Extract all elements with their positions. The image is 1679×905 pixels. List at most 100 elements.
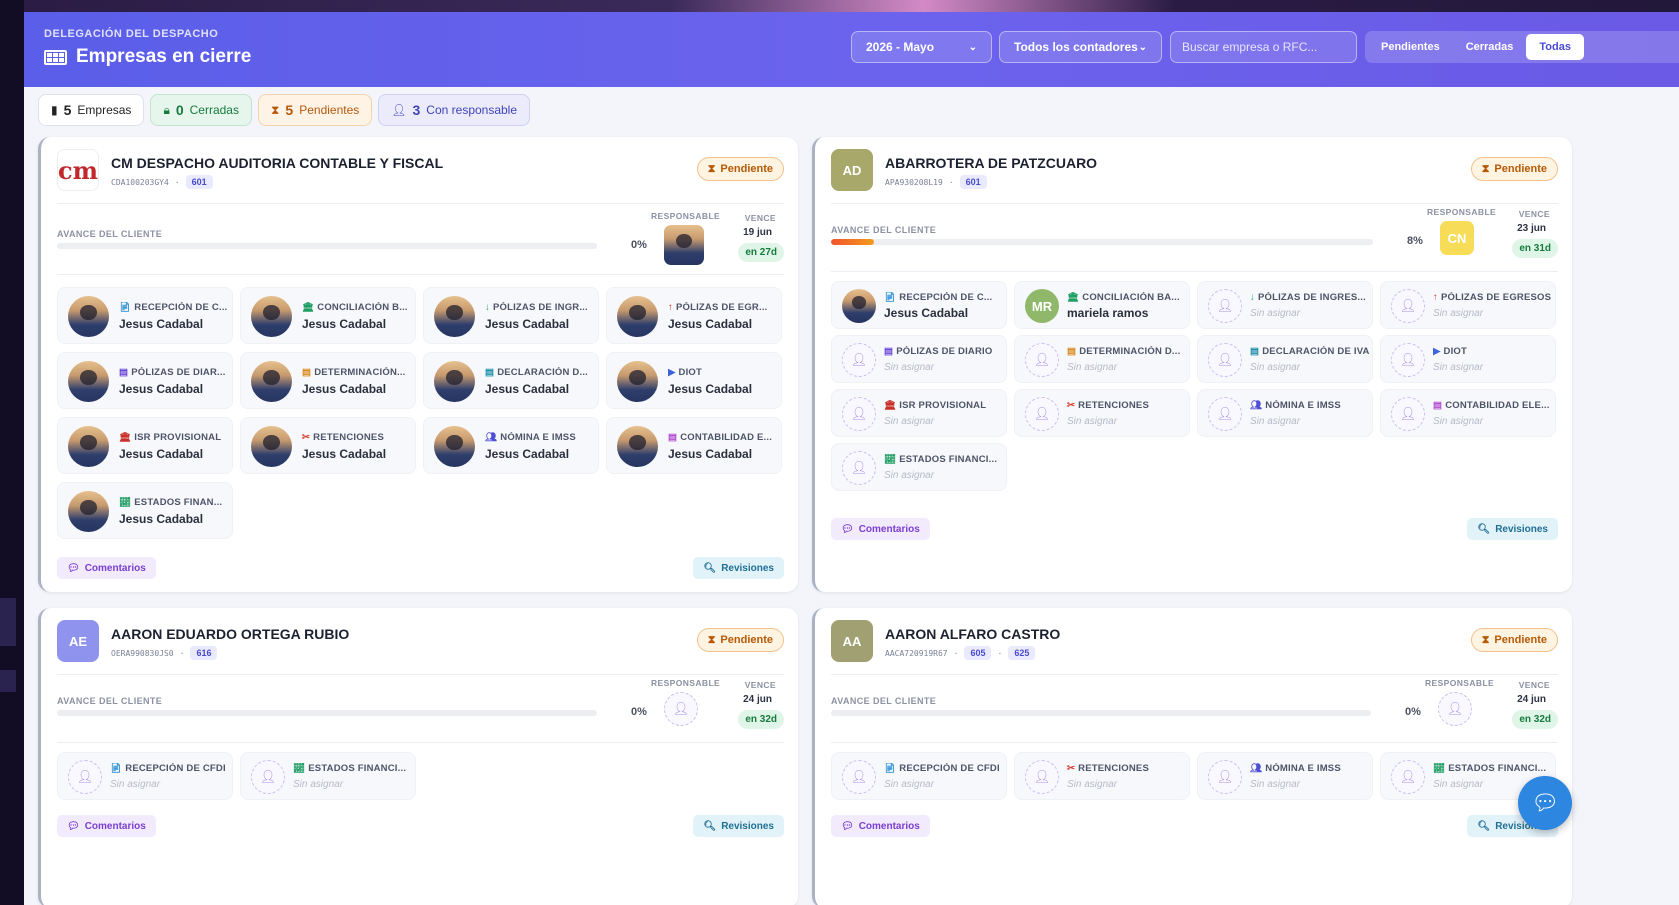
comments-button[interactable]: 💬︎ Comentarios xyxy=(831,518,930,540)
task-item[interactable]: MR 🏛︎ CONCILIACIÓN BA... mariela ramos xyxy=(1014,281,1190,329)
task-item[interactable]: 👤︎ 📄︎ RECEPCIÓN DE CFDI Sin asignar xyxy=(57,752,233,800)
filter-pendientes[interactable]: Pendientes xyxy=(1368,34,1453,60)
assignee-avatar xyxy=(68,361,109,402)
task-item[interactable]: ▤ CONTABILIDAD E... Jesus Cadabal xyxy=(606,417,782,474)
company-name[interactable]: ABARROTERA DE PATZCUARO xyxy=(885,155,1097,171)
status-label: Pendiente xyxy=(720,634,773,646)
accountant-select[interactable]: Todos los contadores ⌄ xyxy=(999,31,1162,63)
task-label-text: ESTADOS FINANCI... xyxy=(1448,763,1547,774)
company-logo: AD xyxy=(831,149,873,191)
task-item[interactable]: 👤︎ 📈︎ ESTADOS FINANCI... Sin asignar xyxy=(831,443,1007,491)
summary-chips: ▮ 5 Empresas 🔒︎ 0 Cerradas ⧗ 5 Pendientes 👤︎ 3 C… xyxy=(38,94,531,126)
task-label-text: CONTABILIDAD ELE... xyxy=(1445,400,1550,411)
assignee-avatar xyxy=(842,289,876,323)
task-item[interactable]: ✂ RETENCIONES Jesus Cadabal xyxy=(240,417,416,474)
task-label-text: PÓLIZAS DE INGR... xyxy=(492,302,588,313)
task-label-text: PÓLIZAS DE DIAR... xyxy=(131,367,226,378)
company-name[interactable]: AARON ALFARO CASTRO xyxy=(885,626,1060,642)
task-item[interactable]: ↑ PÓLIZAS DE EGR... Jesus Cadabal xyxy=(606,287,782,344)
reviews-button[interactable]: 🔍︎ Revisiones xyxy=(693,815,784,837)
task-item[interactable]: ↓ PÓLIZAS DE INGR... Jesus Cadabal xyxy=(423,287,599,344)
status-label: Pendiente xyxy=(1494,163,1547,175)
task-item[interactable]: 👤︎ ▤ DECLARACIÓN DE IVA Sin asignar xyxy=(1197,335,1373,383)
chip-cerradas[interactable]: 🔒︎ 0 Cerradas xyxy=(150,94,252,126)
task-label: 📄︎ RECEPCIÓN DE C... xyxy=(884,292,1004,303)
responsable-avatar[interactable]: 👤︎ xyxy=(1438,692,1472,726)
responsable-label: RESPONSABLE xyxy=(651,678,721,688)
task-item[interactable]: 👤︎ ✂ RETENCIONES Sin asignar xyxy=(1014,752,1190,800)
chip-pendientes[interactable]: ⧗ 5 Pendientes xyxy=(257,94,373,126)
search-input[interactable]: Buscar empresa o RFC... xyxy=(1170,31,1357,63)
task-item[interactable]: 👤︎ 🏛︎ ISR PROVISIONAL Sin asignar xyxy=(831,389,1007,437)
task-item[interactable]: 👤︎ ▤ CONTABILIDAD ELE... Sin asignar xyxy=(1380,389,1556,437)
task-type-icon: 📄︎ xyxy=(119,302,132,313)
chip-con-responsable[interactable]: 👤︎ 3 Con responsable xyxy=(378,94,531,126)
comments-button[interactable]: 💬︎ Comentarios xyxy=(57,557,156,579)
task-item[interactable]: 👥︎ NÓMINA E IMSS Jesus Cadabal xyxy=(423,417,599,474)
responsable-avatar[interactable]: 👤︎ xyxy=(664,692,698,726)
divider xyxy=(57,674,784,675)
task-item[interactable]: ▤ PÓLIZAS DE DIAR... Jesus Cadabal xyxy=(57,352,233,409)
unassigned-label: Sin asignar xyxy=(1067,416,1118,427)
filter-cerradas[interactable]: Cerradas xyxy=(1453,34,1527,60)
task-type-icon: ↑ xyxy=(1433,292,1438,303)
chip-empresas[interactable]: ▮ 5 Empresas xyxy=(38,94,145,126)
reviews-button[interactable]: 🔍︎ Revisiones xyxy=(1467,518,1558,540)
lock-icon: 🔒︎ xyxy=(163,102,170,117)
unassigned-label: Sin asignar xyxy=(1250,416,1301,427)
unassigned-label: Sin asignar xyxy=(1250,308,1301,319)
task-item[interactable]: 👤︎ ↑ PÓLIZAS DE EGRESOS Sin asignar xyxy=(1380,281,1556,329)
task-item[interactable]: ▤ DETERMINACIÓN... Jesus Cadabal xyxy=(240,352,416,409)
company-name[interactable]: AARON EDUARDO ORTEGA RUBIO xyxy=(111,626,349,642)
task-item[interactable]: 👤︎ ▤ DETERMINACIÓN D... Sin asignar xyxy=(1014,335,1190,383)
vence-label: VENCE xyxy=(744,680,776,690)
period-select[interactable]: 2026 - Mayo ⌄ xyxy=(851,31,992,63)
task-label: 📈︎ ESTADOS FINANCI... xyxy=(884,454,1004,465)
task-item[interactable]: ▶ DIOT Jesus Cadabal xyxy=(606,352,782,409)
add-user-icon: 👤︎ xyxy=(842,760,876,794)
task-item[interactable]: 📄︎ RECEPCIÓN DE C... Jesus Cadabal xyxy=(831,281,1007,329)
task-type-icon: ✂ xyxy=(302,432,311,443)
left-sidebar-strip xyxy=(0,0,24,905)
chat-bubble-icon[interactable]: 💬︎ xyxy=(1518,776,1572,830)
task-label-text: NÓMINA E IMSS xyxy=(1265,400,1341,411)
progress-label: AVANCE DEL CLIENTE xyxy=(57,696,163,706)
task-item[interactable]: 👤︎ ▶ DIOT Sin asignar xyxy=(1380,335,1556,383)
reviews-button[interactable]: 🔍︎ Revisiones xyxy=(693,557,784,579)
responsable-avatar[interactable]: CN xyxy=(1440,221,1474,255)
responsable-avatar[interactable] xyxy=(664,225,704,265)
task-type-icon: 📈︎ xyxy=(119,497,132,508)
assignee-name: Jesus Cadabal xyxy=(302,447,387,461)
task-item[interactable]: 📈︎ ESTADOS FINAN... Jesus Cadabal xyxy=(57,482,233,539)
regime-badge: 605 xyxy=(964,646,992,660)
comments-button[interactable]: 💬︎ Comentarios xyxy=(831,815,930,837)
task-item[interactable]: 👤︎ 📄︎ RECEPCIÓN DE CFDI Sin asignar xyxy=(831,752,1007,800)
task-label: 👥︎ NÓMINA E IMSS xyxy=(1250,763,1370,774)
company-name[interactable]: CM DESPACHO AUDITORIA CONTABLE Y FISCAL xyxy=(111,155,443,171)
task-item[interactable]: 👤︎ 👥︎ NÓMINA E IMSS Sin asignar xyxy=(1197,389,1373,437)
task-item[interactable]: 👤︎ ↓ PÓLIZAS DE INGRES... Sin asignar xyxy=(1197,281,1373,329)
assignee-avatar xyxy=(617,426,658,467)
comments-icon: 💬︎ xyxy=(67,562,80,574)
search-icon: 🔍︎ xyxy=(1477,523,1491,535)
task-label: 📈︎ ESTADOS FINAN... xyxy=(119,497,231,508)
task-item[interactable]: 🏛︎ CONCILIACIÓN B... Jesus Cadabal xyxy=(240,287,416,344)
task-label: ▤ PÓLIZAS DE DIARIO xyxy=(884,346,1004,357)
task-label: ▤ DETERMINACIÓN... xyxy=(302,367,414,378)
progress-fill xyxy=(831,239,875,245)
comments-button[interactable]: 💬︎ Comentarios xyxy=(57,815,156,837)
filter-todas[interactable]: Todas xyxy=(1526,34,1584,60)
task-item[interactable]: 🏛︎ ISR PROVISIONAL Jesus Cadabal xyxy=(57,417,233,474)
status-badge: ⧗ Pendiente xyxy=(696,628,784,652)
company-logo: AE xyxy=(57,620,99,662)
progress-label: AVANCE DEL CLIENTE xyxy=(831,225,937,235)
task-item[interactable]: 👤︎ ✂ RETENCIONES Sin asignar xyxy=(1014,389,1190,437)
task-item[interactable]: 👤︎ 👥︎ NÓMINA E IMSS Sin asignar xyxy=(1197,752,1373,800)
assignee-avatar: MR xyxy=(1025,289,1059,323)
task-item[interactable]: 👤︎ ▤ PÓLIZAS DE DIARIO Sin asignar xyxy=(831,335,1007,383)
task-item[interactable]: ▤ DECLARACIÓN D... Jesus Cadabal xyxy=(423,352,599,409)
task-item[interactable]: 📄︎ RECEPCIÓN DE C... Jesus Cadabal xyxy=(57,287,233,344)
task-label: ✂ RETENCIONES xyxy=(1067,763,1187,774)
task-item[interactable]: 👤︎ 📈︎ ESTADOS FINANCI... Sin asignar xyxy=(240,752,416,800)
chevron-down-icon: ⌄ xyxy=(1138,41,1147,53)
